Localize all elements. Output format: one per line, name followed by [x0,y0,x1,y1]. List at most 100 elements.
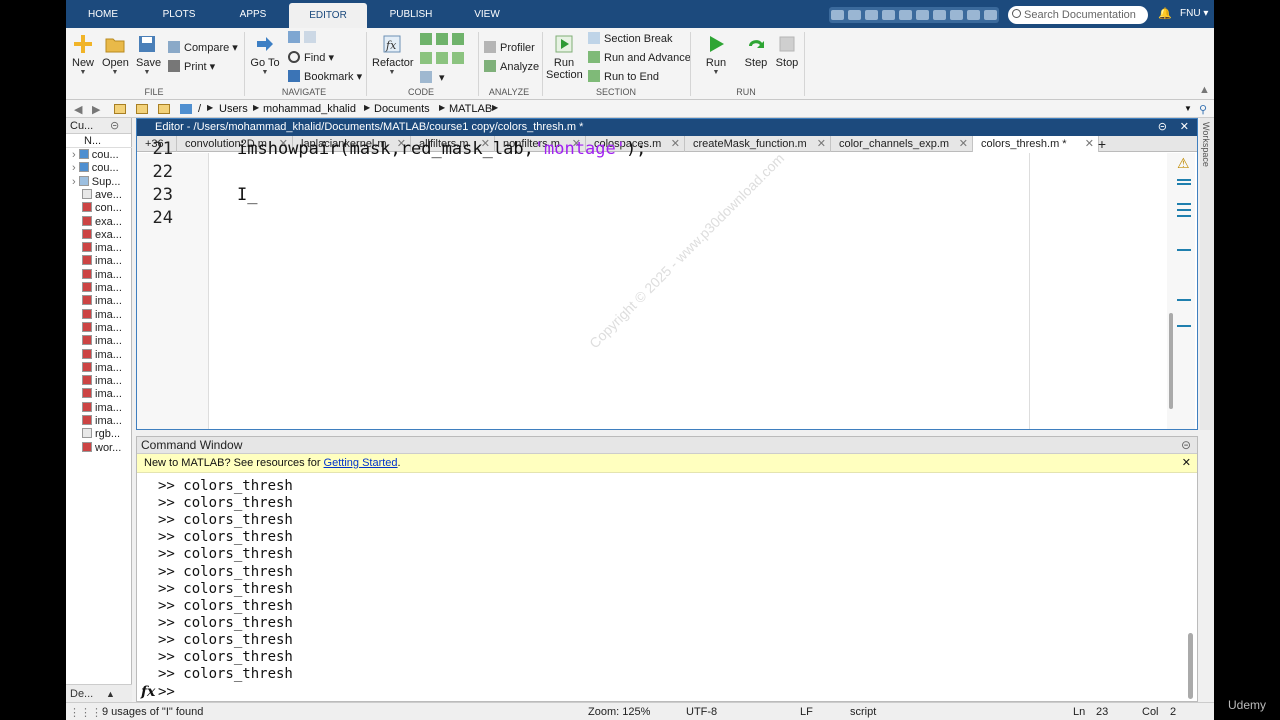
file-list-item[interactable]: ima... [82,268,122,282]
up-folder-icon[interactable] [114,104,126,114]
undo-icon[interactable] [899,10,912,20]
new-button[interactable]: New ▼ [72,34,94,76]
function-browser-fx-icon[interactable]: fx [141,684,155,700]
usage-marker[interactable] [1177,299,1191,301]
editor-file-tab[interactable]: colors_thresh.m * ✕ [973,136,1099,152]
usage-marker[interactable] [1177,325,1191,327]
file-list-item[interactable]: › Sup... [72,175,120,189]
cut-icon[interactable] [848,10,861,20]
path-dropdown-icon[interactable]: ▼ [1184,104,1192,113]
usage-marker[interactable] [1177,209,1191,211]
file-list-item[interactable]: ima... [82,321,122,335]
community-icon[interactable] [967,10,980,20]
expand-chevron-icon[interactable]: › [72,162,79,174]
editor-scroll-thumb[interactable] [1169,313,1173,409]
tab-editor[interactable]: EDITOR [289,3,367,28]
file-list-item[interactable]: exa... [82,215,122,229]
file-list-item[interactable]: ima... [82,375,122,388]
editor-file-tab[interactable]: color_channels_exp.m ✕ [831,136,973,152]
usage-marker[interactable] [1177,249,1191,251]
find-button[interactable]: Find ▾ [288,51,334,64]
browse-folder-icon[interactable] [136,104,148,114]
run-button[interactable]: Run ▼ [704,34,728,76]
file-list-item[interactable]: ima... [82,335,122,348]
file-encoding[interactable]: UTF-8 [686,706,717,718]
redo-icon[interactable] [916,10,929,20]
warning-indicator-icon[interactable]: ⚠ [1177,155,1190,172]
file-list-item[interactable]: ave... [82,188,122,202]
file-list-item[interactable]: ima... [82,282,122,295]
collapse-ribbon-icon[interactable]: ▲ [1199,84,1210,96]
user-menu[interactable]: FNU ▾ [1180,8,1208,19]
search-folder-icon[interactable] [158,104,170,114]
back-forward-buttons[interactable] [288,31,320,44]
file-list-item[interactable]: con... [82,202,122,215]
details-panel-header[interactable]: De... ▲ [66,684,132,702]
usage-marker[interactable] [1177,203,1191,205]
code-line[interactable]: I_ [237,185,257,205]
tab-close-icon[interactable]: ✕ [671,136,680,152]
tab-plots[interactable]: PLOTS [142,0,216,28]
path-search-icon[interactable]: ⚲ [1199,103,1207,116]
help-icon[interactable] [950,10,963,20]
banner-close-icon[interactable]: ✕ [1182,454,1191,473]
expand-details-icon[interactable]: ▲ [106,685,115,703]
run-and-advance-button[interactable]: Run and Advance [588,51,691,64]
file-list-item[interactable]: wor... [82,441,121,455]
file-list-item[interactable]: exa... [82,228,122,242]
options-icon[interactable] [984,10,997,20]
step-button[interactable]: Step [744,34,768,69]
file-list-item[interactable]: ima... [82,308,122,322]
goto-button[interactable]: Go To ▼ [250,34,280,76]
profiler-button[interactable]: Profiler [484,41,535,54]
search-documentation-input[interactable]: Search Documentation [1008,6,1148,24]
file-list-item[interactable]: › cou... [72,149,119,162]
switch-windows-icon[interactable] [933,10,946,20]
file-list-item[interactable]: rgb... [82,428,120,441]
tab-home[interactable]: HOME [66,0,140,28]
section-break-button[interactable]: Section Break [588,32,672,45]
zoom-level[interactable]: Zoom: 125% [588,706,650,718]
usage-marker[interactable] [1177,179,1191,181]
tab-apps[interactable]: APPS [218,0,288,28]
usage-marker[interactable] [1177,183,1191,185]
tab-close-icon[interactable]: ✕ [817,136,826,152]
expand-chevron-icon[interactable]: › [72,149,79,161]
file-list-item[interactable]: ima... [82,255,122,268]
code-tools-row3[interactable]: ▾ [420,71,445,84]
file-list-item[interactable]: ima... [82,388,122,401]
save-button[interactable]: Save ▼ [136,34,161,76]
path-segment[interactable]: Users [219,103,248,115]
code-line[interactable]: imshowpair(mask,red_mask_lab,'montage'); [237,139,646,159]
editor-options-icon[interactable]: ⊝ [1158,119,1167,136]
path-segment[interactable]: / [198,103,201,115]
tab-close-icon[interactable]: ✕ [959,136,968,152]
run-section-button[interactable]: Run Section [546,34,583,81]
panel-options-icon[interactable]: ⊝ [110,118,119,134]
run-to-end-button[interactable]: Run to End [588,70,659,83]
code-tools-row1[interactable] [420,33,468,46]
file-list-item[interactable]: ima... [82,348,122,362]
file-type[interactable]: script [850,706,876,718]
file-list-item[interactable]: ima... [82,415,122,428]
file-list-item[interactable]: ima... [82,401,122,415]
command-options-icon[interactable]: ⊝ [1181,437,1191,454]
refactor-button[interactable]: fx Refactor ▼ [372,34,414,76]
command-scroll-thumb[interactable] [1188,633,1193,699]
copy-icon[interactable] [865,10,878,20]
editor-close-icon[interactable]: ✕ [1180,119,1189,136]
open-button[interactable]: Open ▼ [102,34,129,76]
file-list-item[interactable]: ima... [82,242,122,255]
stop-button[interactable]: Stop [774,34,800,69]
paste-icon[interactable] [882,10,895,20]
getting-started-link[interactable]: Getting Started [324,457,398,469]
tab-publish[interactable]: PUBLISH [372,0,450,28]
print-button[interactable]: Print ▾ [168,60,215,73]
tab-view[interactable]: VIEW [452,0,522,28]
forward-icon[interactable]: ▶ [92,103,100,116]
editor-scrollbar[interactable]: ⚠ [1167,153,1195,429]
save-icon[interactable] [831,10,844,20]
file-list-item[interactable]: › cou... [72,162,119,175]
file-list-item[interactable]: ima... [82,361,122,375]
usage-marker[interactable] [1177,215,1191,217]
